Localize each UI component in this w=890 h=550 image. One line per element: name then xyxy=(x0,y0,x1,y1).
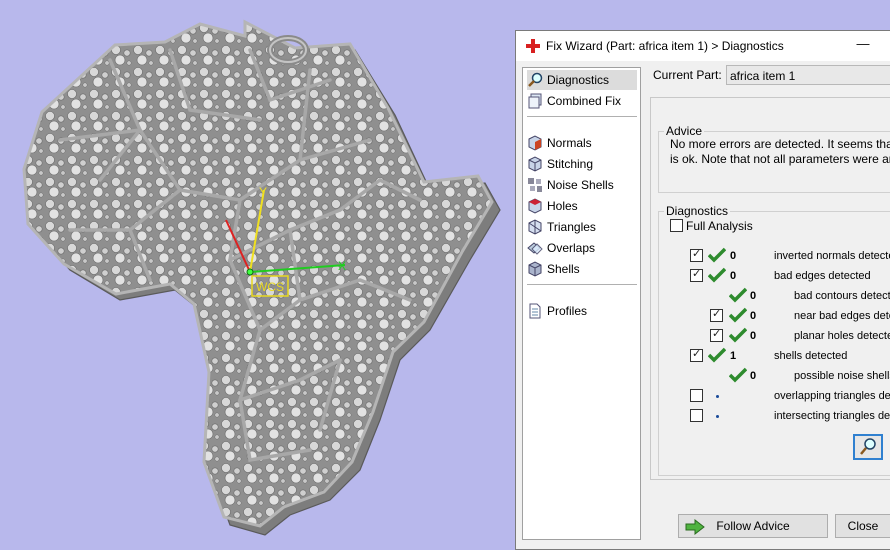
pending-dot xyxy=(716,415,719,418)
title-bar[interactable]: Fix Wizard (Part: africa item 1) > Diagn… xyxy=(516,31,890,61)
bad-edges-checkbox[interactable] xyxy=(690,267,703,282)
check-icon xyxy=(708,347,726,363)
check-icon xyxy=(708,247,726,263)
check-icon xyxy=(729,287,747,303)
full-analysis-checkbox[interactable] xyxy=(670,219,683,232)
nav-item-combined-fix[interactable]: Combined Fix xyxy=(527,91,637,111)
intersecting-triangles-checkbox[interactable] xyxy=(690,409,703,422)
shells-icon xyxy=(528,261,542,277)
check-icon xyxy=(729,307,747,323)
near-bad-edges-label: near bad edges dete xyxy=(794,310,890,322)
bad-edges-count: 0 xyxy=(730,270,737,282)
planar-holes-label: planar holes detecte xyxy=(794,330,890,342)
follow-advice-button[interactable]: Follow Advice xyxy=(678,514,828,538)
full-analysis-label: Full Analysis xyxy=(686,219,753,233)
nav-label: Shells xyxy=(547,262,580,276)
overlaps-icon xyxy=(527,242,543,255)
wcs-label: WCS xyxy=(256,280,284,294)
nav-divider xyxy=(527,116,637,117)
close-button[interactable]: Close xyxy=(835,514,890,538)
fix-wizard-window: Fix Wizard (Part: africa item 1) > Diagn… xyxy=(515,30,890,550)
nav-label: Triangles xyxy=(547,220,596,234)
shells-checkbox[interactable] xyxy=(690,347,703,362)
cube-normals-icon xyxy=(528,135,542,151)
nav-label: Holes xyxy=(547,199,578,213)
nav-label: Profiles xyxy=(547,304,588,318)
bad-contours-label: bad contours detect xyxy=(794,290,890,302)
noise-shells-count: 0 xyxy=(750,370,757,382)
advice-line: is ok. Note that not all parameters were… xyxy=(670,152,890,166)
axis-x-label: X xyxy=(338,259,346,273)
cube-stitching-icon xyxy=(528,156,542,172)
viewport-3d[interactable]: Y X WCS xyxy=(0,0,515,546)
inverted-normals-label: inverted normals detecte xyxy=(774,250,890,262)
nav-label: Normals xyxy=(547,136,592,150)
advice-text: No more errors are detected. It seems th… xyxy=(670,137,890,167)
shells-label: shells detected xyxy=(774,350,848,362)
green-arrow-icon xyxy=(685,519,705,535)
nav-item-stitching[interactable]: Stitching xyxy=(527,154,637,174)
minimize-button[interactable]: — xyxy=(853,36,873,54)
planar-holes-checkbox[interactable] xyxy=(710,327,723,342)
noise-shells-label: possible noise shells xyxy=(794,370,890,382)
inverted-normals-count: 0 xyxy=(730,250,737,262)
shells-count: 1 xyxy=(730,350,737,362)
cube-holes-icon xyxy=(528,198,542,214)
inverted-normals-checkbox[interactable] xyxy=(690,247,703,262)
follow-advice-label: Follow Advice xyxy=(716,519,790,533)
nav-item-shells[interactable]: Shells xyxy=(527,259,637,279)
nav-item-triangles[interactable]: Triangles xyxy=(527,217,637,237)
check-icon xyxy=(708,267,726,283)
nav-label: Noise Shells xyxy=(547,178,614,192)
noise-shells-icon xyxy=(528,178,542,192)
fix-nav-panel: Diagnostics Combined Fix Normals Stitchi… xyxy=(522,67,641,540)
triangles-icon xyxy=(528,219,542,235)
advice-line: No more errors are detected. It seems th… xyxy=(670,137,890,151)
nav-divider xyxy=(527,284,637,285)
nav-item-holes[interactable]: Holes xyxy=(527,196,637,216)
current-part-label: Current Part: xyxy=(653,68,722,82)
nav-item-overlaps[interactable]: Overlaps xyxy=(527,238,637,258)
nav-label: Stitching xyxy=(547,157,594,171)
magnifier-icon xyxy=(528,72,543,87)
planar-holes-count: 0 xyxy=(750,330,757,342)
intersecting-triangles-label: intersecting triangles de xyxy=(774,410,890,422)
nav-label: Overlaps xyxy=(547,241,596,255)
nav-label: Diagnostics xyxy=(547,73,610,87)
nav-item-noise-shells[interactable]: Noise Shells xyxy=(527,175,637,195)
nav-item-diagnostics[interactable]: Diagnostics xyxy=(527,70,637,90)
diagnostics-title: Diagnostics xyxy=(664,204,731,218)
bad-edges-label: bad edges detected xyxy=(774,270,871,282)
stacked-pages-icon xyxy=(528,93,542,109)
nav-item-normals[interactable]: Normals xyxy=(527,133,637,153)
magnifier-icon xyxy=(860,438,876,455)
red-cross-icon xyxy=(526,39,540,53)
check-icon xyxy=(729,327,747,343)
document-icon xyxy=(529,303,541,319)
nav-label: Combined Fix xyxy=(547,94,622,108)
near-bad-edges-checkbox[interactable] xyxy=(710,307,723,322)
overlapping-triangles-checkbox[interactable] xyxy=(690,389,703,402)
close-label: Close xyxy=(847,519,879,533)
window-title: Fix Wizard (Part: africa item 1) > Diagn… xyxy=(546,39,784,53)
current-part-field[interactable]: africa item 1 xyxy=(726,65,890,85)
check-icon xyxy=(729,367,747,383)
africa-model: Y X WCS xyxy=(22,19,501,536)
bad-contours-count: 0 xyxy=(750,290,757,302)
update-diagnostics-button[interactable] xyxy=(853,434,883,460)
axis-y-label: Y xyxy=(259,185,267,199)
nav-item-profiles[interactable]: Profiles xyxy=(527,301,637,321)
advice-title: Advice xyxy=(664,124,705,138)
pending-dot xyxy=(716,395,719,398)
near-bad-edges-count: 0 xyxy=(750,310,757,322)
overlapping-triangles-label: overlapping triangles de xyxy=(774,390,890,402)
